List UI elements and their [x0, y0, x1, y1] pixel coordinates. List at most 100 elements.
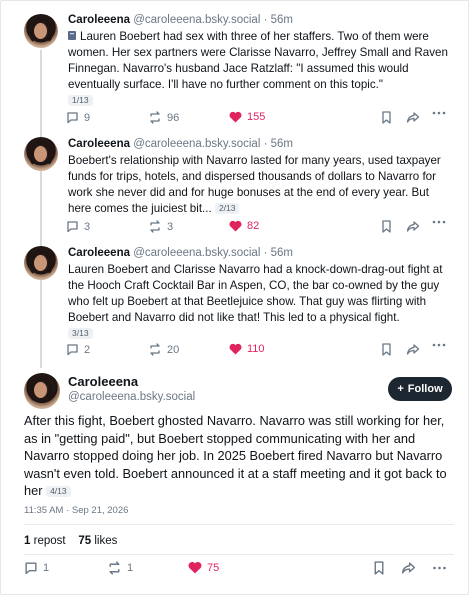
divider	[24, 524, 454, 525]
more-options-button[interactable]	[432, 343, 446, 347]
share-icon	[406, 221, 420, 232]
reply-button[interactable]: 2	[66, 343, 90, 356]
thread-counter: 4/13	[46, 486, 71, 497]
reply-icon	[67, 112, 78, 124]
heart-icon	[229, 220, 242, 232]
more-icon	[433, 566, 446, 570]
more-options-button[interactable]	[432, 111, 446, 115]
repost-total-label[interactable]: repost	[34, 535, 66, 547]
reply-count: 2	[84, 343, 91, 356]
post-actions: 3 3 82	[0, 220, 469, 236]
repost-icon	[150, 220, 160, 233]
avatar[interactable]	[24, 14, 58, 48]
bookmark-icon	[382, 220, 391, 233]
bookmark-button[interactable]	[373, 561, 385, 575]
engagement-stats: 1 repost 75 likes	[24, 535, 117, 547]
more-icon	[432, 343, 446, 347]
author-handle[interactable]: @caroleeena.bsky.social · 56m	[133, 138, 293, 150]
share-button[interactable]	[406, 220, 420, 233]
like-total[interactable]: 75	[78, 535, 91, 547]
author-handle[interactable]: @caroleeena.bsky.social · 56m	[133, 247, 293, 259]
heart-icon	[188, 562, 202, 574]
reply-count: 1	[43, 562, 50, 574]
like-count: 110	[247, 343, 265, 355]
pin-emoji-icon	[68, 31, 76, 40]
main-post-actions: 1 1 75	[0, 561, 469, 577]
repost-icon	[150, 343, 160, 356]
heart-icon	[229, 343, 242, 355]
reply-count: 3	[84, 220, 91, 233]
post-header: Caroleeena @caroleeena.bsky.social · 56m	[68, 246, 293, 260]
repost-total[interactable]: 1	[24, 535, 30, 547]
main-post-text: After this fight, Boebert ghosted Navarr…	[24, 412, 454, 500]
author-handle[interactable]: @caroleeena.bsky.social · 56m	[133, 14, 293, 26]
reply-button[interactable]: 9	[66, 111, 90, 124]
repost-button[interactable]: 1	[107, 561, 133, 575]
repost-icon	[150, 111, 160, 124]
bookmark-icon	[374, 561, 384, 575]
like-button[interactable]: 82	[229, 220, 259, 232]
like-count: 82	[247, 220, 260, 232]
thread-counter: 3/13	[68, 328, 93, 339]
repost-count: 20	[167, 343, 180, 356]
reply-button[interactable]: 1	[24, 561, 49, 575]
reply-icon	[25, 562, 37, 575]
heart-icon	[229, 111, 242, 123]
repost-count: 3	[167, 220, 174, 233]
post-actions: 2 20 110	[0, 343, 469, 359]
thread-counter: 1/13	[68, 95, 93, 106]
post-header: Caroleeena @caroleeena.bsky.social · 56m	[68, 13, 293, 27]
like-button[interactable]: 155	[229, 111, 265, 123]
share-button[interactable]	[406, 343, 420, 356]
follow-button[interactable]: + Follow	[388, 377, 452, 401]
repost-count: 96	[167, 111, 180, 124]
share-icon	[401, 562, 416, 574]
repost-icon	[109, 561, 120, 575]
bookmark-button[interactable]	[381, 343, 392, 356]
avatar[interactable]	[24, 246, 58, 280]
like-button[interactable]: 75	[188, 561, 219, 574]
post-timestamp: 11:35 AM · Sep 21, 2026	[24, 505, 129, 516]
post-text: Lauren Boebert and Clarisse Navarro had …	[68, 262, 454, 342]
post-header: Caroleeena @caroleeena.bsky.social · 56m	[68, 137, 293, 151]
author-name[interactable]: Caroleeena	[68, 14, 130, 26]
author-name[interactable]: Caroleeena	[68, 138, 130, 150]
bookmark-button[interactable]	[381, 111, 392, 124]
repost-button[interactable]: 20	[148, 343, 179, 356]
more-options-button[interactable]	[432, 566, 447, 570]
repost-count: 1	[127, 562, 134, 574]
repost-button[interactable]: 3	[148, 220, 173, 233]
share-button[interactable]	[401, 561, 416, 575]
repost-button[interactable]: 96	[148, 111, 179, 124]
more-options-button[interactable]	[432, 220, 446, 224]
thread-counter: 2/13	[214, 203, 240, 214]
post-body: Lauren Boebert had sex with three of her…	[68, 30, 448, 91]
bookmark-button[interactable]	[381, 220, 392, 233]
follow-label: Follow	[407, 383, 443, 395]
share-icon	[406, 112, 420, 123]
like-total-label[interactable]: likes	[94, 535, 117, 547]
post-body: Lauren Boebert and Clarisse Navarro had …	[68, 263, 443, 324]
avatar[interactable]	[24, 137, 58, 171]
like-count: 155	[247, 111, 266, 123]
post-actions: 9 96 155	[0, 111, 469, 127]
share-button[interactable]	[406, 111, 420, 124]
main-author-handle[interactable]: @caroleeena.bsky.social	[68, 391, 195, 403]
main-post-body: After this fight, Boebert ghosted Navarr…	[24, 413, 447, 498]
reply-button[interactable]: 3	[66, 220, 90, 233]
bookmark-icon	[382, 111, 391, 124]
main-author-name[interactable]: Caroleeena	[68, 374, 138, 389]
more-icon	[432, 111, 446, 115]
post-text: Lauren Boebert had sex with three of her…	[68, 29, 454, 109]
post-body: Boebert's relationship with Navarro last…	[68, 154, 441, 215]
plus-icon: +	[397, 383, 404, 395]
like-button[interactable]: 110	[229, 343, 265, 355]
like-count: 75	[207, 561, 220, 574]
author-name[interactable]: Caroleeena	[68, 247, 130, 259]
post-text: Boebert's relationship with Navarro last…	[68, 153, 454, 217]
reply-icon	[67, 344, 78, 356]
share-icon	[406, 344, 420, 355]
thread-line	[40, 169, 42, 249]
reply-icon	[67, 221, 78, 233]
avatar[interactable]	[24, 373, 60, 409]
